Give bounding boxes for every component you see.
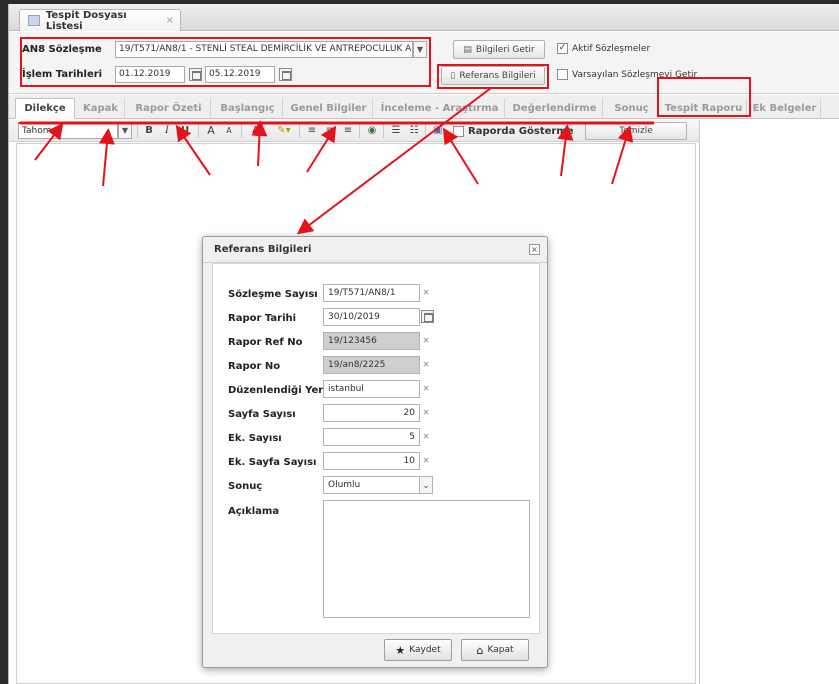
annotation-arrows: [18, 87, 654, 235]
annotation-arrow: [557, 124, 574, 177]
annotation-arrow: [251, 120, 268, 167]
annotation-arrow: [34, 122, 64, 161]
annotation-arrow: [611, 125, 634, 185]
annotation-arrow: [306, 125, 337, 173]
annotation-arrow: [98, 128, 115, 187]
annotation-arrow: [442, 127, 479, 185]
annotation-arrow: [175, 124, 211, 176]
